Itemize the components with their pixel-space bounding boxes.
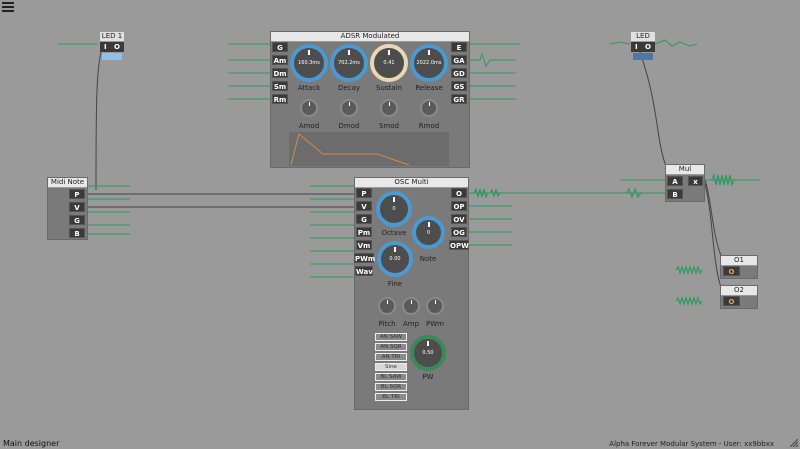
sustain-value: 0.41 bbox=[383, 60, 395, 66]
osc-in-pwm[interactable]: PWm bbox=[354, 253, 375, 263]
pw-value: 0.50 bbox=[422, 350, 434, 356]
adsr-out-gd[interactable]: GD bbox=[451, 68, 467, 78]
led-2-light bbox=[633, 53, 653, 60]
status-right-text: Alpha Forever Modular System - User: xx9… bbox=[609, 440, 774, 448]
fine-knob[interactable]: 0.00 bbox=[377, 241, 413, 277]
midi-out-g[interactable]: G bbox=[69, 215, 85, 225]
release-label: Release bbox=[415, 84, 443, 92]
fine-label: Fine bbox=[387, 280, 403, 288]
osc-in-g[interactable]: G bbox=[356, 214, 372, 224]
midi-out-v[interactable]: V bbox=[69, 202, 85, 212]
envelope-display bbox=[289, 132, 449, 166]
octave-value: 0 bbox=[392, 206, 396, 212]
adsr-in-dm[interactable]: Dm bbox=[272, 68, 288, 78]
osc-out-opw[interactable]: OPW bbox=[449, 240, 469, 250]
rmod-knob[interactable] bbox=[420, 99, 438, 117]
o2-in-port[interactable]: O bbox=[723, 296, 740, 306]
led-1-light bbox=[102, 53, 122, 60]
osc-in-v[interactable]: V bbox=[356, 201, 372, 211]
wave-an-sqr-button[interactable]: AN SQR bbox=[375, 343, 407, 351]
wave-an-saw-button[interactable]: AN SAW bbox=[375, 333, 407, 341]
wave-bl-sqr-button[interactable]: BL SQR bbox=[375, 383, 407, 391]
led-1-title: LED 1 bbox=[100, 32, 124, 42]
led-1-io[interactable]: I O bbox=[100, 42, 124, 52]
adsr-out-gr[interactable]: GR bbox=[451, 94, 467, 104]
led-2-out-port[interactable]: O bbox=[645, 43, 651, 51]
pw-knob[interactable]: 0.50 bbox=[410, 335, 446, 371]
led-2-io[interactable]: I O bbox=[631, 42, 655, 52]
status-bar: Main designer Alpha Forever Modular Syst… bbox=[0, 437, 800, 449]
note-knob[interactable]: 0 bbox=[412, 216, 445, 249]
octave-knob[interactable]: 0 bbox=[376, 191, 412, 227]
wave-sine-button[interactable]: Sine bbox=[375, 363, 407, 371]
amp-knob[interactable] bbox=[402, 297, 420, 315]
adsr-in-g[interactable]: G bbox=[272, 42, 288, 52]
o2-title: O2 bbox=[721, 286, 757, 296]
resize-grip-icon[interactable] bbox=[790, 439, 798, 447]
midi-out-p[interactable]: P bbox=[69, 189, 85, 199]
release-value: 2022.0ms bbox=[416, 60, 442, 66]
led-1-module[interactable]: LED 1 I O bbox=[100, 32, 124, 62]
pitch-knob[interactable] bbox=[378, 297, 396, 315]
decay-knob[interactable]: 702.2ms bbox=[330, 44, 368, 82]
mul-out-x[interactable]: x bbox=[688, 176, 703, 186]
led-2-module[interactable]: LED I O bbox=[631, 32, 655, 62]
pwm-knob[interactable] bbox=[426, 297, 444, 315]
status-left-text: Main designer bbox=[3, 439, 60, 448]
rmod-label: Rmod bbox=[418, 122, 440, 130]
attack-knob[interactable]: 160.3ms bbox=[290, 44, 328, 82]
adsr-out-e[interactable]: E bbox=[451, 42, 467, 52]
pwm-label: PWm bbox=[426, 320, 444, 328]
osc-out-og[interactable]: OG bbox=[451, 227, 467, 237]
midi-note-title: Midi Note bbox=[48, 178, 87, 188]
osc-out-ov[interactable]: OV bbox=[451, 214, 467, 224]
amod-knob[interactable] bbox=[300, 99, 318, 117]
midi-out-b[interactable]: B bbox=[69, 228, 85, 238]
adsr-title: ADSR Modulated bbox=[271, 32, 469, 42]
mul-title: Mul bbox=[666, 165, 704, 175]
led-1-out-port[interactable]: O bbox=[114, 43, 120, 51]
release-knob[interactable]: 2022.0ms bbox=[410, 44, 448, 82]
osc-in-vm[interactable]: Vm bbox=[356, 240, 372, 250]
attack-value: 160.3ms bbox=[298, 60, 320, 66]
led-1-in-port[interactable]: I bbox=[104, 43, 107, 51]
osc-out-op[interactable]: OP bbox=[451, 201, 467, 211]
wave-bl-tri-button[interactable]: BL TRI bbox=[375, 393, 407, 401]
o1-title: O1 bbox=[721, 256, 757, 266]
fine-value: 0.00 bbox=[389, 256, 401, 262]
pw-label: PW bbox=[422, 373, 434, 381]
adsr-in-am[interactable]: Am bbox=[272, 55, 288, 65]
led-2-in-port[interactable]: I bbox=[635, 43, 638, 51]
mul-in-a[interactable]: A bbox=[667, 176, 683, 186]
osc-out-o[interactable]: O bbox=[451, 188, 467, 198]
mul-in-b[interactable]: B bbox=[667, 189, 683, 199]
adsr-in-rm[interactable]: Rm bbox=[272, 94, 288, 104]
led-2-title: LED bbox=[631, 32, 655, 42]
o1-in-port[interactable]: O bbox=[723, 266, 740, 276]
hamburger-menu-icon[interactable] bbox=[2, 2, 14, 12]
decay-value: 702.2ms bbox=[338, 60, 360, 66]
note-value: 0 bbox=[426, 229, 431, 236]
dmod-knob[interactable] bbox=[340, 99, 358, 117]
osc-in-wav[interactable]: Wav bbox=[355, 266, 373, 276]
smod-knob[interactable] bbox=[380, 99, 398, 117]
wave-an-tri-button[interactable]: AN TRI bbox=[375, 353, 407, 361]
osc-in-p[interactable]: P bbox=[356, 188, 372, 198]
adsr-out-ga[interactable]: GA bbox=[451, 55, 467, 65]
sustain-knob[interactable]: 0.41 bbox=[370, 44, 408, 82]
osc-multi-title: OSC Multi bbox=[355, 178, 468, 188]
